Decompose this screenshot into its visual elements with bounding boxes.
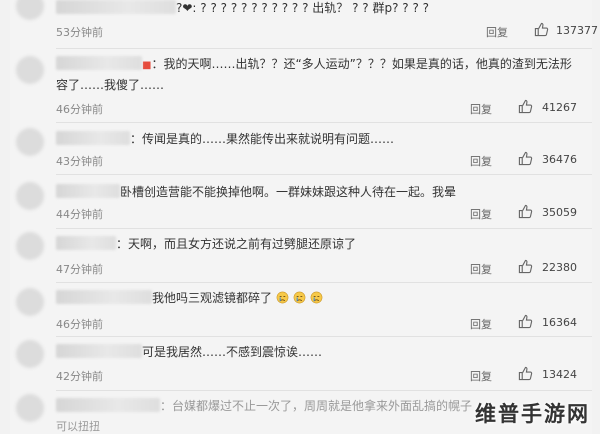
crying-face-icon [293, 291, 306, 304]
username[interactable] [56, 290, 152, 304]
comment-text: 我他吗三观滤镜都碎了 [152, 291, 273, 305]
comment-time: 53分钟前 [56, 26, 103, 39]
comment-meta: 53分钟前 回复 137377 [56, 22, 598, 40]
reply-button[interactable]: 回复 [486, 24, 508, 40]
username[interactable] [56, 0, 176, 14]
watermark: 维普手游网 [475, 402, 590, 426]
comment-meta: 44分钟前 回复 35059 [56, 204, 596, 222]
comment-meta: 46分钟前 回复 16364 [56, 314, 596, 332]
comment-time: 42分钟前 [56, 370, 103, 383]
comment-text: 卧槽创造营能不能换掉他啊。一群妹妹跟这种人待在一起。我晕 [120, 185, 457, 199]
avatar[interactable] [16, 340, 44, 368]
like-count: 35059 [542, 206, 577, 219]
avatar[interactable] [16, 182, 44, 210]
comment-text: ：传闻是真的……果然能传出来就说明有问题…… [130, 132, 395, 146]
comment-list: ?❤: ? ? ? ? ? ? ? ? ? ? ? 出轨？ ? ? 群p? ? … [10, 0, 598, 434]
reply-button[interactable]: 回复 [470, 316, 492, 332]
like-count: 13424 [542, 368, 577, 381]
divider [56, 228, 592, 229]
comment-time: 46分钟前 [56, 103, 103, 116]
comment-meta: 43分钟前 回复 36476 [56, 151, 596, 169]
comment-text: ?❤: ? ? ? ? ? ? ? ? ? ? ? 出轨？ ? ? 群p? ? … [176, 1, 430, 15]
avatar[interactable] [16, 394, 44, 422]
like-count: 137377 [556, 24, 598, 37]
comment-meta: 46分钟前 回复 41267 [56, 99, 596, 117]
avatar[interactable] [16, 232, 44, 260]
like-count: 16364 [542, 316, 577, 329]
thumbs-up-icon[interactable] [518, 314, 533, 329]
comment-time: 47分钟前 [56, 263, 103, 276]
username[interactable] [56, 344, 142, 358]
divider [56, 174, 592, 175]
comment-time: 43分钟前 [56, 155, 103, 168]
thumbs-up-icon[interactable] [518, 366, 533, 381]
reply-button[interactable]: 回复 [470, 261, 492, 277]
thumbs-up-icon[interactable] [534, 22, 549, 37]
username[interactable] [56, 184, 120, 198]
comment-text-continued: 容了……我傻了…… [56, 78, 165, 92]
divider [56, 282, 592, 283]
like-count: 36476 [542, 153, 577, 166]
avatar[interactable] [16, 128, 44, 156]
crying-face-icon [310, 291, 322, 304]
comment-time: 44分钟前 [56, 208, 103, 221]
reply-button[interactable]: 回复 [470, 206, 492, 222]
crying-face-icon [276, 291, 289, 304]
username[interactable] [56, 236, 116, 250]
comment-text: ：我的天啊……出轨？？还“多人运动”？？？如果是真的话，他真的渣到无法形 [151, 57, 572, 71]
comment-meta: 47分钟前 回复 22380 [56, 259, 596, 277]
thumbs-up-icon[interactable] [518, 151, 533, 166]
username[interactable] [56, 56, 142, 70]
username[interactable] [56, 131, 130, 145]
thumbs-up-icon[interactable] [518, 99, 533, 114]
divider [56, 390, 592, 391]
username[interactable] [56, 398, 160, 412]
thumbs-up-icon[interactable] [518, 259, 533, 274]
comment-time: 46分钟前 [56, 318, 103, 331]
avatar[interactable] [16, 0, 44, 20]
like-count: 22380 [542, 261, 577, 274]
avatar[interactable] [16, 288, 44, 316]
comment-meta: 42分钟前 回复 13424 [56, 366, 596, 384]
reply-button[interactable]: 回复 [470, 153, 492, 169]
reply-button[interactable]: 回复 [470, 101, 492, 117]
comment-text: ：天啊，而且女方还说之前有过劈腿还原谅了 [116, 237, 357, 251]
like-count: 41267 [542, 101, 577, 114]
divider [56, 48, 592, 49]
thumbs-up-icon[interactable] [518, 204, 533, 219]
comment-text-continued: 可以扭扭 [56, 420, 100, 433]
comment-text: ：台媒都爆过不止一次了，周周就是他拿来外面乱搞的幌子 [160, 399, 473, 413]
divider [56, 336, 592, 337]
comment-text: 可是我居然……不感到震惊诶…… [142, 345, 323, 359]
reply-button[interactable]: 回复 [470, 368, 492, 384]
divider [56, 122, 592, 123]
avatar[interactable] [16, 56, 44, 84]
